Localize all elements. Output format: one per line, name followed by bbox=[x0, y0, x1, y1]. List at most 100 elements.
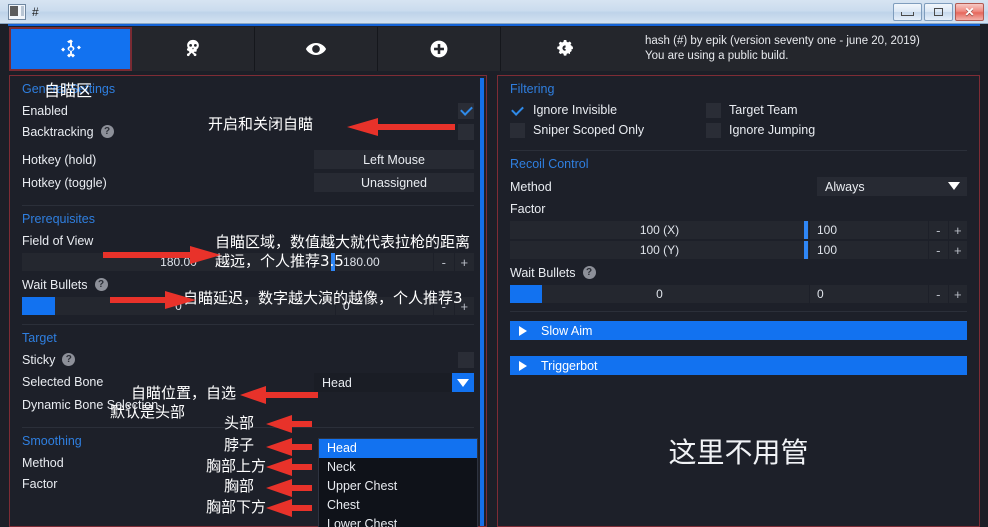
recoil-y-slider[interactable]: 100 (Y) bbox=[510, 241, 809, 259]
chevron-down-icon[interactable] bbox=[452, 373, 474, 392]
backtracking-help-icon[interactable]: ? bbox=[100, 125, 114, 138]
info-line-1: hash (#) by epik (version seventy one - … bbox=[645, 35, 920, 47]
tab-misc[interactable] bbox=[378, 27, 501, 71]
annotation-bone-head: 头部 bbox=[224, 414, 255, 432]
bone-option-lower-chest[interactable]: Lower Chest bbox=[319, 515, 477, 527]
annotation-tab-label: 自瞄区 bbox=[44, 81, 93, 100]
filter-ignore-jumping[interactable]: Ignore Jumping bbox=[706, 122, 816, 138]
aimbot-right-panel: Filtering Ignore Invisible Target Team S… bbox=[497, 75, 980, 527]
tab-visuals[interactable] bbox=[255, 27, 378, 71]
sticky-label: Sticky bbox=[22, 352, 56, 367]
smoothing-method-label: Method bbox=[22, 455, 64, 470]
caret-right-icon bbox=[519, 360, 527, 371]
recoil-x-decrement-button[interactable]: - bbox=[928, 221, 948, 239]
recoil-wait-bullets-slider-value: 0 bbox=[656, 287, 663, 301]
recoil-y-increment-button[interactable]: + bbox=[947, 241, 967, 259]
tab-aimbot[interactable] bbox=[9, 27, 132, 71]
selected-bone-dropdown[interactable]: Head bbox=[314, 373, 474, 392]
maximize-button[interactable] bbox=[924, 2, 953, 21]
fov-increment-button[interactable]: + bbox=[453, 253, 474, 271]
recoil-wait-bullets-increment-button[interactable]: + bbox=[947, 285, 967, 303]
enabled-checkbox[interactable] bbox=[458, 103, 474, 119]
fov-decrement-button[interactable]: - bbox=[433, 253, 454, 271]
bone-option-chest[interactable]: Chest bbox=[319, 496, 477, 515]
backtracking-label: Backtracking bbox=[22, 124, 94, 139]
recoil-x-slider-value: 100 (X) bbox=[639, 223, 680, 237]
plus-circle-icon bbox=[430, 40, 448, 58]
sticky-checkbox[interactable] bbox=[458, 352, 474, 368]
row-sticky: Sticky ? bbox=[10, 349, 486, 370]
maximize-icon bbox=[934, 7, 943, 16]
smoothing-factor-label: Factor bbox=[22, 476, 58, 491]
tab-settings-and-info[interactable]: hash (#) by epik (version seventy one - … bbox=[501, 27, 980, 71]
chevron-down-icon[interactable] bbox=[948, 182, 960, 190]
window-title: # bbox=[32, 4, 39, 19]
minimize-button[interactable] bbox=[893, 2, 922, 21]
filter-target-team[interactable]: Target Team bbox=[706, 102, 798, 118]
recoil-x-slider[interactable]: 100 (X) bbox=[510, 221, 809, 239]
window-titlebar: # ✕ bbox=[0, 0, 988, 24]
row-hotkey-toggle: Hotkey (toggle) Unassigned bbox=[10, 172, 486, 193]
recoil-y-slider-knob[interactable] bbox=[804, 241, 808, 259]
hotkey-toggle-field[interactable]: Unassigned bbox=[314, 173, 474, 192]
recoil-wait-bullets-label: Wait Bullets bbox=[510, 265, 576, 280]
wait-bullets-help-icon[interactable]: ? bbox=[94, 278, 108, 291]
target-team-checkbox[interactable] bbox=[706, 102, 721, 118]
divider-right-2 bbox=[510, 311, 967, 312]
recoil-factor-label: Factor bbox=[510, 201, 546, 216]
right-panel-note: 这里不用管 bbox=[668, 436, 809, 469]
recoil-method-dropdown[interactable]: Always bbox=[817, 177, 967, 196]
recoil-y-decrement-button[interactable]: - bbox=[928, 241, 948, 259]
annotation-bone-lower-chest: 胸部下方 bbox=[206, 498, 267, 516]
row-selected-bone: Selected Bone Head bbox=[10, 370, 486, 394]
annotation-bone-upper-chest: 胸部上方 bbox=[206, 457, 267, 475]
sniper-scoped-only-checkbox[interactable] bbox=[510, 122, 525, 138]
recoil-wait-bullets-slider-row: 0 0 - + bbox=[510, 285, 967, 303]
recoil-wait-bullets-slider-fill bbox=[510, 285, 542, 303]
row-hotkey-hold: Hotkey (hold) Left Mouse bbox=[10, 149, 486, 170]
collapsible-triggerbot[interactable]: Triggerbot bbox=[510, 356, 967, 375]
recoil-wait-bullets-slider[interactable]: 0 bbox=[510, 285, 809, 303]
fov-number-input[interactable]: 180.00 bbox=[335, 253, 433, 271]
recoil-x-slider-knob[interactable] bbox=[804, 221, 808, 239]
triggerbot-label: Triggerbot bbox=[541, 358, 598, 373]
sniper-scoped-only-label: Sniper Scoped Only bbox=[533, 123, 645, 137]
recoil-y-number-input[interactable]: 100 bbox=[809, 241, 928, 259]
gears-icon bbox=[557, 40, 573, 56]
tab-rage[interactable] bbox=[132, 27, 255, 71]
annotation-bone-line1: 自瞄位置，自选 bbox=[131, 384, 237, 402]
recoil-x-number-input[interactable]: 100 bbox=[809, 221, 928, 239]
selected-bone-option-list[interactable]: Head Neck Upper Chest Chest Lower Chest bbox=[318, 438, 478, 527]
app-icon bbox=[8, 3, 26, 20]
bone-option-neck[interactable]: Neck bbox=[319, 458, 477, 477]
annotation-enabled: 开启和关闭自瞄 bbox=[208, 115, 314, 133]
hotkey-hold-field[interactable]: Left Mouse bbox=[314, 150, 474, 169]
bone-option-upper-chest[interactable]: Upper Chest bbox=[319, 477, 477, 496]
ignore-jumping-label: Ignore Jumping bbox=[729, 123, 816, 137]
close-button[interactable]: ✕ bbox=[955, 2, 984, 21]
filter-sniper-scoped-only[interactable]: Sniper Scoped Only bbox=[510, 122, 706, 138]
info-line-2: You are using a public build. bbox=[645, 50, 789, 62]
field-of-view-label: Field of View bbox=[22, 233, 94, 248]
enabled-label: Enabled bbox=[22, 103, 68, 118]
sticky-help-icon[interactable]: ? bbox=[62, 353, 76, 366]
collapsible-slow-aim[interactable]: Slow Aim bbox=[510, 321, 967, 340]
ignore-jumping-checkbox[interactable] bbox=[706, 122, 721, 138]
recoil-x-increment-button[interactable]: + bbox=[947, 221, 967, 239]
recoil-method-value: Always bbox=[825, 179, 865, 194]
recoil-wait-bullets-decrement-button[interactable]: - bbox=[928, 285, 948, 303]
annotation-wait-bullets: 自瞄延迟，数字越大演的越像，个人推荐3 bbox=[183, 289, 463, 307]
recoil-wait-bullets-number-input[interactable]: 0 bbox=[809, 285, 928, 303]
ignore-invisible-checkbox[interactable] bbox=[510, 103, 525, 118]
filter-ignore-invisible[interactable]: Ignore Invisible bbox=[510, 103, 706, 118]
window-controls: ✕ bbox=[893, 2, 984, 21]
bone-option-head[interactable]: Head bbox=[319, 439, 477, 458]
row-recoil-wait-bullets: Wait Bullets ? bbox=[498, 262, 979, 283]
recoil-x-slider-row: 100 (X) 100 - + bbox=[510, 221, 967, 239]
filtering-row-2: Sniper Scoped Only Ignore Jumping bbox=[498, 120, 979, 140]
recoil-wait-bullets-help-icon[interactable]: ? bbox=[582, 266, 596, 279]
main-tabbar: hash (#) by epik (version seventy one - … bbox=[9, 27, 980, 71]
backtracking-checkbox[interactable] bbox=[458, 124, 474, 140]
section-prerequisites: Prerequisites bbox=[22, 212, 95, 226]
row-recoil-factor: Factor bbox=[498, 198, 979, 219]
